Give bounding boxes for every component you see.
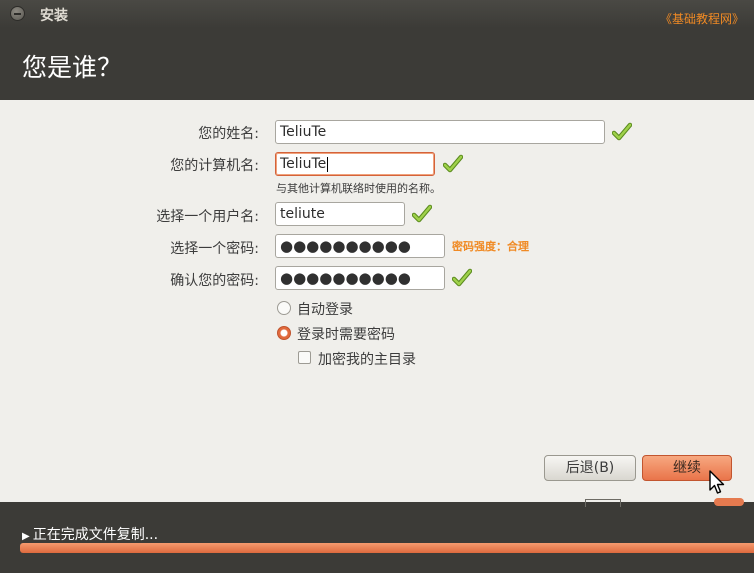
- progress-status[interactable]: ▶ 正在完成文件复制...: [22, 524, 158, 544]
- password-strength-text: 密码强度：合理: [452, 240, 529, 253]
- progress-status-text: 正在完成文件复制...: [32, 527, 159, 543]
- computer-name-hint: 与其他计算机联络时使用的名称。: [276, 182, 441, 195]
- auto-login-radio[interactable]: [277, 301, 291, 315]
- computer-name-valid-check-icon: [443, 154, 463, 173]
- expand-triangle-icon[interactable]: ▶: [22, 531, 30, 542]
- slideshow-indicator: [714, 498, 744, 506]
- password-label: 选择一个密码:: [170, 241, 259, 257]
- window-titlebar: 安装 《基础教程网》: [0, 0, 754, 28]
- confirm-password-field[interactable]: ●●●●●●●●●●: [275, 266, 445, 290]
- page-header: 您是谁？: [0, 28, 754, 100]
- encrypt-home-checkbox[interactable]: [298, 351, 311, 364]
- back-button[interactable]: 后退(B): [544, 455, 636, 481]
- require-password-radio[interactable]: [277, 326, 291, 340]
- auto-login-label[interactable]: 自动登录: [297, 299, 353, 319]
- text-caret: [327, 156, 329, 172]
- slideshow-frame: [585, 499, 621, 507]
- full-name-valid-check-icon: [612, 122, 632, 141]
- full-name-label: 您的姓名:: [198, 126, 259, 142]
- username-label: 选择一个用户名:: [156, 209, 259, 225]
- progress-bar: [20, 543, 754, 553]
- encrypt-home-label[interactable]: 加密我的主目录: [318, 349, 416, 369]
- confirm-password-label: 确认您的密码:: [170, 273, 259, 289]
- confirm-password-valid-check-icon: [452, 268, 472, 287]
- progress-bar-fill: [20, 543, 754, 553]
- password-field[interactable]: ●●●●●●●●●●: [275, 234, 445, 258]
- page-title: 您是谁？: [22, 53, 123, 82]
- mouse-cursor-icon: [709, 470, 725, 494]
- window-title: 安装: [40, 8, 68, 24]
- require-password-label[interactable]: 登录时需要密码: [297, 324, 395, 344]
- username-field[interactable]: teliute: [275, 202, 405, 226]
- watermark-text: 《基础教程网》: [659, 12, 744, 26]
- computer-name-label: 您的计算机名:: [170, 158, 259, 174]
- computer-name-field[interactable]: TeliuTe: [275, 152, 435, 176]
- progress-panel: ▶ 正在完成文件复制...: [0, 498, 754, 573]
- close-window-button[interactable]: [10, 6, 25, 21]
- full-name-field[interactable]: TeliuTe: [275, 120, 605, 144]
- username-valid-check-icon: [412, 204, 432, 223]
